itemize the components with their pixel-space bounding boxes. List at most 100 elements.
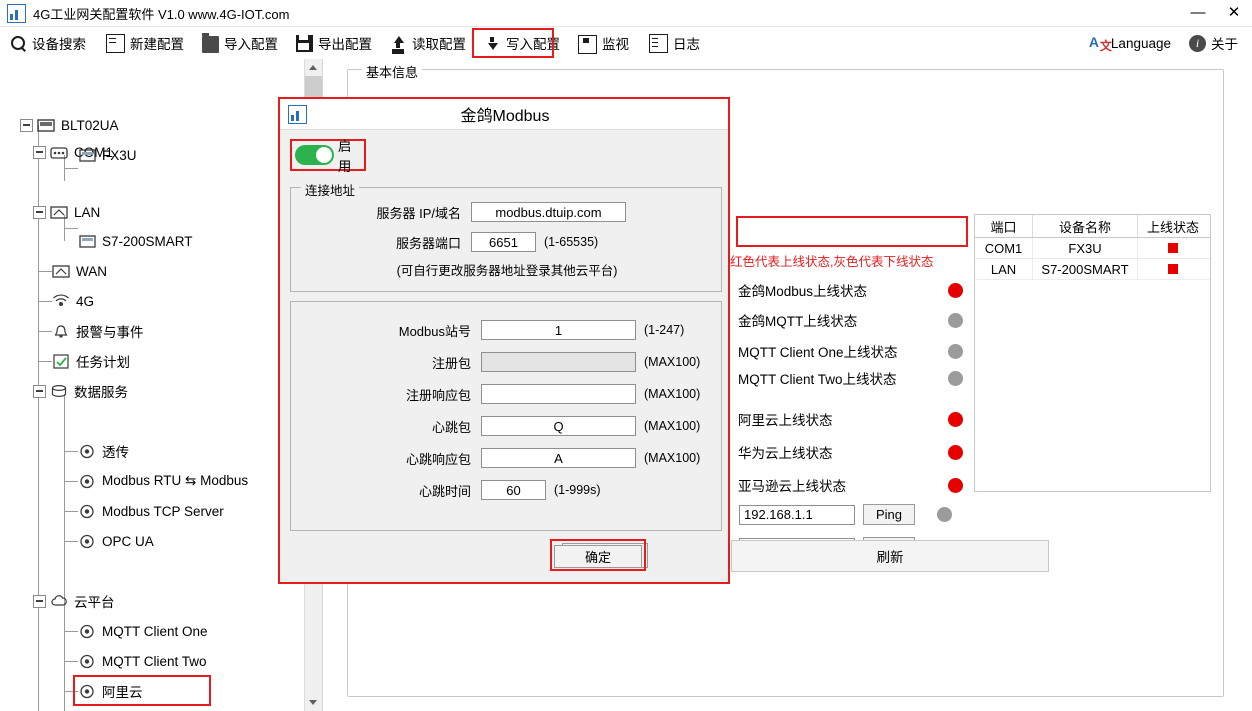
register-packet-range: (MAX100) — [644, 355, 701, 369]
tree-connector — [38, 301, 52, 302]
toolbar-new-config-label: 新建配置 — [130, 37, 184, 52]
tree-item-modbus-tcp-server[interactable]: Modbus TCP Server — [78, 498, 224, 524]
status-led — [948, 312, 963, 328]
tree-item-cloud-platform[interactable]: 云平台 — [33, 588, 115, 614]
cell-device-name: S7-200SMART — [1033, 259, 1138, 279]
status-color-note: 红色代表上线状态,灰色代表下线状态 — [730, 255, 934, 269]
tree-item-task-plan[interactable]: 任务计划 — [52, 348, 130, 374]
tree-item-blt02ua[interactable]: BLT02UA — [20, 112, 119, 138]
plc-icon — [78, 233, 97, 250]
toolbar-language[interactable]: A文 Language — [1081, 30, 1179, 56]
connection-address-legend: 连接地址 — [301, 180, 360, 199]
status-indicator — [1168, 264, 1178, 274]
signal-icon — [52, 293, 71, 310]
expander-icon[interactable] — [33, 384, 46, 398]
expander-icon[interactable] — [33, 205, 46, 219]
expander-icon[interactable] — [20, 118, 33, 132]
tree-item-modbus-rtu[interactable]: Modbus RTU ⇆ Modbus — [78, 468, 248, 494]
toolbar-new-config[interactable]: 新建配置 — [96, 30, 192, 56]
server-port-input[interactable]: 6651 — [471, 232, 536, 252]
circle-icon — [78, 473, 97, 490]
tree-item-alarm-events[interactable]: 报警与事件 — [52, 318, 144, 344]
table-row[interactable]: LAN S7-200SMART — [975, 259, 1210, 280]
device-tree-pane: BLT02UA COM1 FX3U LAN S7-200SMART WAN 4G… — [0, 59, 323, 711]
connection-address-group: 连接地址 服务器 IP/域名 modbus.dtuip.com 服务器端口 66… — [290, 180, 722, 292]
ping-button-1[interactable]: Ping — [863, 504, 915, 525]
toolbar-write-config[interactable]: 写入配置 — [476, 30, 568, 56]
tree-item-wan[interactable]: WAN — [52, 258, 107, 284]
station-input[interactable]: 1 — [481, 320, 636, 340]
tree-item-label: MQTT Client Two — [102, 653, 207, 669]
cell-port: COM1 — [975, 238, 1033, 258]
tree-item-data-service[interactable]: 数据服务 — [33, 378, 128, 404]
status-mqtt-client-two: MQTT Client Two上线状态 — [738, 367, 963, 389]
log-list-icon — [649, 33, 668, 53]
refresh-button[interactable]: 刷新 — [731, 540, 1049, 572]
window-controls: — ✕ — [1180, 0, 1252, 26]
heartbeat-packet-label: 心跳包 — [431, 419, 471, 435]
tree-item-aliyun[interactable]: 阿里云 — [78, 678, 143, 704]
tree-item-lan[interactable]: LAN — [33, 199, 100, 225]
register-response-input[interactable] — [481, 384, 636, 404]
ok-button[interactable]: 确定 — [554, 545, 642, 568]
tree-item-fx3u[interactable]: FX3U — [78, 142, 137, 168]
heartbeat-response-label: 心跳响应包 — [405, 451, 471, 467]
save-disk-icon — [296, 35, 313, 52]
toolbar-about-label: 关于 — [1211, 37, 1238, 52]
expander-icon[interactable] — [33, 145, 46, 159]
ping-led-1 — [937, 507, 952, 522]
server-hint-row: (可自行更改服务器地址登录其他云平台) — [301, 260, 713, 279]
toolbar-log[interactable]: 日志 — [639, 30, 708, 56]
server-port-row: 服务器端口 6651 (1-65535) — [301, 232, 713, 252]
modbus-params-group: Modbus站号 1 (1-247) 注册包 (MAX100) 注册响应包 (M… — [290, 301, 722, 531]
plc-icon — [78, 147, 97, 164]
tree-item-4g[interactable]: 4G — [52, 288, 94, 314]
minimize-button[interactable]: — — [1180, 0, 1216, 26]
heartbeat-response-input[interactable]: A — [481, 448, 636, 468]
tree-item-label: S7-200SMART — [102, 233, 193, 249]
tree-connector — [64, 168, 78, 169]
port-icon — [50, 144, 69, 161]
tree-item-label: 任务计划 — [76, 355, 130, 370]
enable-toggle-group[interactable]: 启用 — [290, 139, 366, 174]
heartbeat-packet-input[interactable]: Q — [481, 416, 636, 436]
status-led — [948, 444, 963, 460]
jinge-modbus-dialog: 金鸽Modbus 启用 连接地址 服务器 IP/域名 modbus.dtuip.… — [278, 97, 730, 584]
server-address-input[interactable]: modbus.dtuip.com — [471, 202, 626, 222]
tree-item-opc-ua[interactable]: OPC UA — [78, 528, 154, 554]
task-icon — [52, 353, 71, 370]
device-status-table: 端口 设备名称 上线状态 COM1 FX3U LAN S7-200SMART — [974, 214, 1211, 492]
tree-item-mqtt-client-two[interactable]: MQTT Client Two — [78, 648, 207, 674]
toolbar-monitor[interactable]: 监视 — [570, 30, 637, 56]
wan-icon — [52, 263, 71, 280]
scroll-up-icon[interactable] — [305, 59, 322, 76]
ping-host-1-input[interactable]: 192.168.1.1 — [739, 504, 855, 525]
toolbar-about[interactable]: 关于 — [1181, 30, 1246, 56]
table-row[interactable]: COM1 FX3U — [975, 238, 1210, 259]
app-logo-icon — [7, 3, 26, 23]
toolbar-export-config[interactable]: 导出配置 — [288, 30, 380, 56]
tree-item-mqtt-client-one[interactable]: MQTT Client One — [78, 618, 208, 644]
status-label: MQTT Client One上线状态 — [738, 345, 898, 360]
tree-item-label: BLT02UA — [61, 117, 119, 133]
circle-icon — [78, 533, 97, 550]
tree-connector — [64, 228, 78, 229]
register-packet-input[interactable] — [481, 352, 636, 372]
status-jinge-mqtt: 金鸽MQTT上线状态 — [738, 309, 963, 331]
tree-item-transparent[interactable]: 透传 — [78, 438, 129, 464]
toolbar-device-search[interactable]: 设备搜索 — [2, 30, 94, 56]
status-label: 亚马逊云上线状态 — [738, 479, 846, 494]
status-led — [948, 411, 963, 427]
status-led — [948, 370, 963, 386]
heartbeat-time-input[interactable]: 60 — [481, 480, 546, 500]
status-label: MQTT Client Two上线状态 — [738, 372, 897, 387]
toolbar-import-config[interactable]: 导入配置 — [194, 30, 286, 56]
scroll-down-icon[interactable] — [305, 694, 322, 711]
tree-item-label: FX3U — [102, 147, 137, 163]
toolbar-read-config[interactable]: 读取配置 — [382, 30, 474, 56]
status-indicator — [1168, 243, 1178, 253]
tree-item-s7-200smart[interactable]: S7-200SMART — [78, 228, 193, 254]
enable-toggle[interactable] — [295, 145, 334, 165]
expander-icon[interactable] — [33, 594, 46, 608]
close-button[interactable]: ✕ — [1216, 0, 1252, 26]
